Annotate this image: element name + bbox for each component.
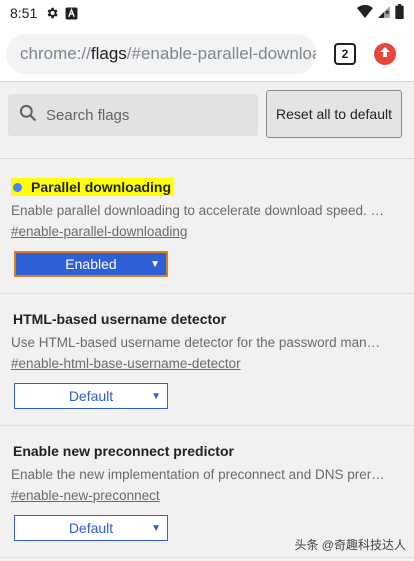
flag-list: Parallel downloading Enable parallel dow… xyxy=(0,162,414,558)
flag-title: Parallel downloading xyxy=(11,178,174,196)
font-a-icon xyxy=(65,7,78,20)
search-box[interactable] xyxy=(8,94,258,136)
watermark: 头条 @奇趣科技达人 xyxy=(294,538,406,552)
signal-icon xyxy=(377,5,391,22)
flag-permalink[interactable]: #enable-html-base-username-detector xyxy=(11,356,241,371)
flag-state-select[interactable]: Default ▼ xyxy=(14,515,168,541)
url-bar[interactable]: chrome://flags/#enable-parallel-downloa xyxy=(6,33,316,74)
flag-title: HTML-based username detector xyxy=(11,310,228,328)
flag-item-html-username-detector: HTML-based username detector Use HTML-ba… xyxy=(0,294,414,426)
tab-switcher-button[interactable]: 2 xyxy=(334,42,356,65)
status-time: 8:51 xyxy=(10,5,38,21)
browser-toolbar: chrome://flags/#enable-parallel-downloa … xyxy=(0,26,414,82)
url-scheme: chrome:// xyxy=(20,43,91,63)
dropdown-arrow-icon: ▼ xyxy=(151,522,161,534)
tab-count: 2 xyxy=(341,46,349,61)
flag-state-select[interactable]: Enabled ▼ xyxy=(14,251,168,277)
battery-icon xyxy=(395,4,404,22)
flag-state-value: Default xyxy=(68,388,114,404)
search-input[interactable] xyxy=(46,106,236,124)
flag-description: Enable the new implementation of preconn… xyxy=(11,467,387,482)
url-path: /#enable-parallel-downloa xyxy=(126,43,316,63)
modified-dot-icon xyxy=(13,182,22,192)
flag-title-text: HTML-based username detector xyxy=(13,311,227,327)
dropdown-arrow-icon: ▼ xyxy=(150,258,160,270)
search-icon xyxy=(18,103,38,128)
flag-permalink[interactable]: #enable-parallel-downloading xyxy=(11,224,187,239)
flag-state-select[interactable]: Default ▼ xyxy=(14,383,168,409)
search-area: Reset all to default xyxy=(0,83,414,159)
status-bar: 8:51 xyxy=(0,0,414,26)
flag-title: Enable new preconnect predictor xyxy=(11,442,236,460)
wifi-icon xyxy=(357,4,373,22)
dropdown-arrow-icon: ▼ xyxy=(151,390,161,402)
flag-item-parallel-downloading: Parallel downloading Enable parallel dow… xyxy=(0,162,414,294)
gear-icon xyxy=(45,6,59,20)
flag-state-value: Default xyxy=(68,520,114,536)
flag-description: Enable parallel downloading to accelerat… xyxy=(11,202,387,218)
update-button[interactable] xyxy=(374,42,396,65)
flag-title-text: Parallel downloading xyxy=(31,179,172,195)
url-host: flags xyxy=(90,43,127,63)
flag-description: Use HTML-based username detector for the… xyxy=(11,335,387,350)
arrow-up-icon xyxy=(379,45,391,63)
flag-title-text: Enable new preconnect predictor xyxy=(13,443,234,459)
reset-all-button[interactable]: Reset all to default xyxy=(266,90,402,138)
flag-permalink[interactable]: #enable-new-preconnect xyxy=(11,488,160,503)
flag-state-value: Enabled xyxy=(65,256,117,272)
